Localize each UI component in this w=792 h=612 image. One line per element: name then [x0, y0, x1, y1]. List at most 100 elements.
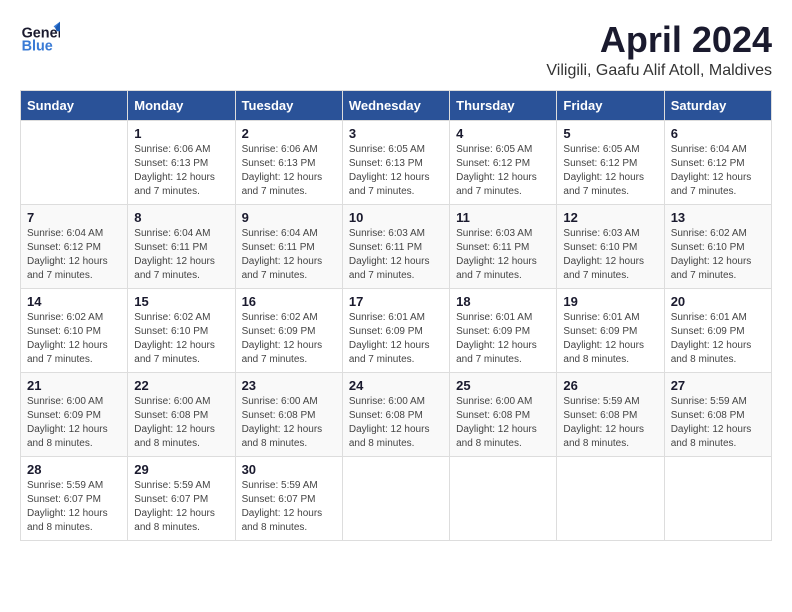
day-number: 23 — [242, 378, 336, 393]
calendar-cell: 29Sunrise: 5:59 AMSunset: 6:07 PMDayligh… — [128, 456, 235, 540]
day-number: 2 — [242, 126, 336, 141]
day-number: 1 — [134, 126, 228, 141]
page-header: General Blue April 2024 Viligili, Gaafu … — [20, 20, 772, 80]
day-info: Sunrise: 6:03 AMSunset: 6:10 PMDaylight:… — [563, 227, 657, 283]
logo: General Blue — [20, 20, 64, 60]
day-number: 24 — [349, 378, 443, 393]
day-number: 26 — [563, 378, 657, 393]
location-title: Viligili, Gaafu Alif Atoll, Maldives — [546, 62, 772, 80]
day-info: Sunrise: 6:03 AMSunset: 6:11 PMDaylight:… — [456, 227, 550, 283]
day-number: 18 — [456, 294, 550, 309]
calendar-header-wednesday: Wednesday — [342, 90, 449, 120]
calendar-cell: 20 Sunrise: 6:01 AMSunset: 6:09 PMDayligh… — [664, 288, 771, 372]
day-info: Sunrise: 6:00 AMSunset: 6:08 PMDaylight:… — [349, 395, 443, 451]
calendar-cell — [450, 456, 557, 540]
day-info: Sunrise: 6:01 AMSunset: 6:09 PMDaylight:… — [349, 311, 443, 367]
day-info: Sunrise: 6:02 AMSunset: 6:10 PMDaylight:… — [27, 311, 121, 367]
day-number: 14 — [27, 294, 121, 309]
day-number: 17 — [349, 294, 443, 309]
day-number: 10 — [349, 210, 443, 225]
day-info: Sunrise: 6:01 AMSunset: 6:09 PMDaylight:… — [671, 311, 765, 367]
day-number: 25 — [456, 378, 550, 393]
calendar-cell: 3 Sunrise: 6:05 AMSunset: 6:13 PMDaylight… — [342, 120, 449, 204]
day-info: Sunrise: 6:00 AMSunset: 6:09 PMDaylight:… — [27, 395, 121, 451]
calendar-cell: 6 Sunrise: 6:04 AMSunset: 6:12 PMDaylight… — [664, 120, 771, 204]
calendar-cell: 30Sunrise: 5:59 AMSunset: 6:07 PMDayligh… — [235, 456, 342, 540]
calendar-cell: 4 Sunrise: 6:05 AMSunset: 6:12 PMDaylight… — [450, 120, 557, 204]
calendar-cell: 12 Sunrise: 6:03 AMSunset: 6:10 PMDayligh… — [557, 204, 664, 288]
day-info: Sunrise: 5:59 AMSunset: 6:07 PMDaylight:… — [27, 479, 121, 535]
calendar-cell: 13 Sunrise: 6:02 AMSunset: 6:10 PMDayligh… — [664, 204, 771, 288]
calendar-cell: 25Sunrise: 6:00 AMSunset: 6:08 PMDayligh… — [450, 372, 557, 456]
calendar-cell: 28 Sunrise: 5:59 AMSunset: 6:07 PMDayligh… — [21, 456, 128, 540]
day-info: Sunrise: 6:06 AMSunset: 6:13 PMDaylight:… — [134, 143, 228, 199]
day-number: 6 — [671, 126, 765, 141]
day-number: 7 — [27, 210, 121, 225]
day-info: Sunrise: 6:05 AMSunset: 6:12 PMDaylight:… — [563, 143, 657, 199]
day-info: Sunrise: 5:59 AMSunset: 6:08 PMDaylight:… — [563, 395, 657, 451]
day-number: 29 — [134, 462, 228, 477]
day-info: Sunrise: 6:02 AMSunset: 6:10 PMDaylight:… — [134, 311, 228, 367]
day-info: Sunrise: 6:03 AMSunset: 6:11 PMDaylight:… — [349, 227, 443, 283]
day-number: 21 — [27, 378, 121, 393]
calendar-cell: 26 Sunrise: 5:59 AMSunset: 6:08 PMDayligh… — [557, 372, 664, 456]
day-info: Sunrise: 6:00 AMSunset: 6:08 PMDaylight:… — [134, 395, 228, 451]
calendar-cell: 5 Sunrise: 6:05 AMSunset: 6:12 PMDaylight… — [557, 120, 664, 204]
day-number: 11 — [456, 210, 550, 225]
day-number: 22 — [134, 378, 228, 393]
day-info: Sunrise: 6:06 AMSunset: 6:13 PMDaylight:… — [242, 143, 336, 199]
day-info: Sunrise: 6:04 AMSunset: 6:11 PMDaylight:… — [134, 227, 228, 283]
calendar-cell: 22 Sunrise: 6:00 AMSunset: 6:08 PMDayligh… — [128, 372, 235, 456]
calendar-cell: 7 Sunrise: 6:04 AMSunset: 6:12 PMDaylight… — [21, 204, 128, 288]
calendar-header-tuesday: Tuesday — [235, 90, 342, 120]
calendar-cell: 8 Sunrise: 6:04 AMSunset: 6:11 PMDaylight… — [128, 204, 235, 288]
day-info: Sunrise: 6:04 AMSunset: 6:12 PMDaylight:… — [27, 227, 121, 283]
calendar-cell: 18 Sunrise: 6:01 AMSunset: 6:09 PMDayligh… — [450, 288, 557, 372]
day-number: 16 — [242, 294, 336, 309]
calendar-cell: 19 Sunrise: 6:01 AMSunset: 6:09 PMDayligh… — [557, 288, 664, 372]
day-number: 8 — [134, 210, 228, 225]
day-number: 9 — [242, 210, 336, 225]
day-number: 13 — [671, 210, 765, 225]
month-title: April 2024 — [546, 20, 772, 60]
day-info: Sunrise: 6:02 AMSunset: 6:09 PMDaylight:… — [242, 311, 336, 367]
calendar-header-monday: Monday — [128, 90, 235, 120]
day-number: 5 — [563, 126, 657, 141]
calendar-header-saturday: Saturday — [664, 90, 771, 120]
day-number: 12 — [563, 210, 657, 225]
calendar-table: SundayMondayTuesdayWednesdayThursdayFrid… — [20, 90, 772, 541]
logo-icon: General Blue — [20, 20, 60, 60]
day-info: Sunrise: 6:00 AMSunset: 6:08 PMDaylight:… — [242, 395, 336, 451]
calendar-cell: 27 Sunrise: 5:59 AMSunset: 6:08 PMDayligh… — [664, 372, 771, 456]
day-info: Sunrise: 6:02 AMSunset: 6:10 PMDaylight:… — [671, 227, 765, 283]
svg-text:Blue: Blue — [22, 38, 53, 54]
day-info: Sunrise: 6:05 AMSunset: 6:12 PMDaylight:… — [456, 143, 550, 199]
calendar-header-sunday: Sunday — [21, 90, 128, 120]
calendar-cell: 11 Sunrise: 6:03 AMSunset: 6:11 PMDayligh… — [450, 204, 557, 288]
calendar-cell: 1 Sunrise: 6:06 AMSunset: 6:13 PMDaylight… — [128, 120, 235, 204]
day-number: 20 — [671, 294, 765, 309]
day-number: 27 — [671, 378, 765, 393]
day-info: Sunrise: 6:01 AMSunset: 6:09 PMDaylight:… — [456, 311, 550, 367]
calendar-cell: 24 Sunrise: 6:00 AMSunset: 6:08 PMDayligh… — [342, 372, 449, 456]
day-number: 4 — [456, 126, 550, 141]
calendar-cell: 10 Sunrise: 6:03 AMSunset: 6:11 PMDayligh… — [342, 204, 449, 288]
day-info: Sunrise: 6:01 AMSunset: 6:09 PMDaylight:… — [563, 311, 657, 367]
calendar-cell: 2 Sunrise: 6:06 AMSunset: 6:13 PMDaylight… — [235, 120, 342, 204]
title-section: April 2024 Viligili, Gaafu Alif Atoll, M… — [546, 20, 772, 80]
day-info: Sunrise: 5:59 AMSunset: 6:08 PMDaylight:… — [671, 395, 765, 451]
day-number: 28 — [27, 462, 121, 477]
calendar-cell — [21, 120, 128, 204]
day-number: 15 — [134, 294, 228, 309]
day-number: 19 — [563, 294, 657, 309]
calendar-header-thursday: Thursday — [450, 90, 557, 120]
calendar-cell — [342, 456, 449, 540]
calendar-cell: 14 Sunrise: 6:02 AMSunset: 6:10 PMDayligh… — [21, 288, 128, 372]
day-info: Sunrise: 6:04 AMSunset: 6:11 PMDaylight:… — [242, 227, 336, 283]
calendar-cell: 9 Sunrise: 6:04 AMSunset: 6:11 PMDaylight… — [235, 204, 342, 288]
day-info: Sunrise: 6:04 AMSunset: 6:12 PMDaylight:… — [671, 143, 765, 199]
day-number: 30 — [242, 462, 336, 477]
day-number: 3 — [349, 126, 443, 141]
calendar-cell — [557, 456, 664, 540]
day-info: Sunrise: 6:05 AMSunset: 6:13 PMDaylight:… — [349, 143, 443, 199]
